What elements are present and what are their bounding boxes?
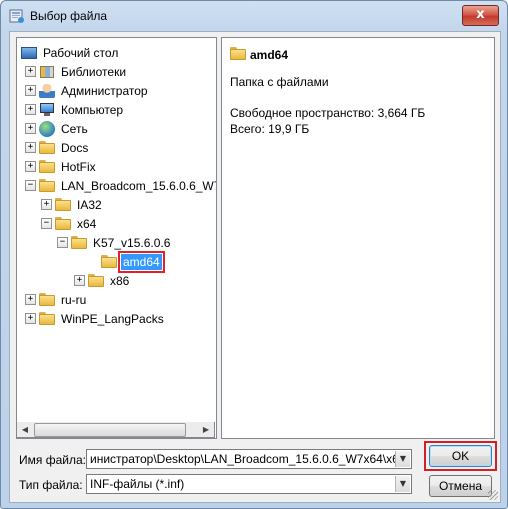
folder-icon — [55, 217, 71, 230]
folder-icon — [101, 255, 117, 268]
folder-tree[interactable]: Рабочий стол + Библиотеки + Администратор + Ко… — [16, 37, 217, 439]
tree-item[interactable]: + Docs — [25, 138, 90, 157]
tree-item-label[interactable]: LAN_Broadcom_15.6.0.6_W7x6 — [59, 178, 216, 194]
resize-grip-icon[interactable] — [488, 490, 498, 500]
expand-icon[interactable]: + — [25, 66, 36, 77]
details-pane: amd64 Папка с файлами Свободное простран… — [221, 37, 495, 439]
tree-horizontal-scrollbar[interactable]: ◀ ▶ — [16, 422, 215, 438]
scroll-left-arrow-icon[interactable]: ◀ — [17, 422, 33, 437]
filetype-dropdown-arrow-icon[interactable]: ▼ — [395, 476, 410, 492]
desktop-icon — [21, 46, 37, 59]
filetype-label: Тип файла: — [19, 478, 83, 492]
cancel-button[interactable]: Отмена — [429, 475, 492, 497]
folder-icon — [39, 141, 55, 154]
tree-item[interactable]: − x64 — [41, 214, 98, 233]
filename-input[interactable]: инистратор\Desktop\LAN_Broadcom_15.6.0.6… — [86, 449, 412, 469]
filetype-select[interactable]: INF-файлы (*.inf) ▼ — [86, 474, 412, 494]
close-button[interactable]: x — [462, 5, 499, 26]
expand-icon[interactable]: + — [41, 199, 52, 210]
expand-icon[interactable]: + — [74, 275, 85, 286]
collapse-icon[interactable]: − — [41, 218, 52, 229]
details-folder-icon — [230, 47, 246, 60]
details-total-space: Всего: 19,9 ГБ — [230, 122, 310, 136]
tree-item-label[interactable]: IA32 — [75, 197, 104, 213]
libraries-icon — [39, 65, 55, 79]
tree-item[interactable]: + x86 — [74, 271, 131, 290]
tree-item-label[interactable]: HotFix — [59, 159, 98, 175]
dialog-body: Рабочий стол + Библиотеки + Администратор + Ко… — [9, 31, 501, 503]
expand-icon[interactable]: + — [25, 294, 36, 305]
expand-icon[interactable]: + — [25, 104, 36, 115]
tree-item-label-selected[interactable]: amd64 — [118, 250, 165, 273]
folder-icon — [55, 198, 71, 211]
filename-value: инистратор\Desktop\LAN_Broadcom_15.6.0.6… — [90, 452, 409, 466]
collapse-icon[interactable]: − — [25, 180, 36, 191]
expand-icon[interactable]: + — [25, 161, 36, 172]
scroll-thumb[interactable] — [34, 423, 186, 437]
title-bar[interactable]: Выбор файла x — [1, 1, 507, 31]
details-folder-type: Папка с файлами — [230, 75, 329, 89]
tree-item[interactable]: Рабочий стол — [21, 43, 120, 62]
tree-item[interactable]: amd64 — [87, 250, 165, 273]
tree-item[interactable]: + Сеть — [25, 119, 90, 138]
tree-item-label[interactable]: WinPE_LangPacks — [59, 311, 166, 327]
tree-item[interactable]: + Администратор — [25, 81, 150, 100]
folder-icon — [39, 312, 55, 325]
tree-item-label[interactable]: Библиотеки — [59, 64, 128, 80]
expand-icon[interactable]: + — [25, 313, 36, 324]
tree-item[interactable]: − LAN_Broadcom_15.6.0.6_W7x6 — [25, 176, 216, 195]
dialog-title: Выбор файла — [30, 9, 108, 23]
tree-item-label[interactable]: ru-ru — [59, 292, 88, 308]
folder-icon — [88, 274, 104, 287]
tree-item-label[interactable]: x86 — [108, 273, 131, 289]
scroll-right-arrow-icon[interactable]: ▶ — [198, 422, 214, 437]
folder-icon — [39, 179, 55, 192]
tree-item-label[interactable]: K57_v15.6.0.6 — [91, 235, 172, 251]
expand-icon[interactable]: + — [25, 142, 36, 153]
tree-item[interactable]: + Библиотеки — [25, 62, 128, 81]
expand-icon[interactable]: + — [25, 123, 36, 134]
filetype-value: INF-файлы (*.inf) — [90, 477, 185, 491]
filename-dropdown-arrow-icon[interactable]: ▼ — [395, 451, 410, 467]
ok-button[interactable]: OK — [429, 445, 492, 467]
filename-label: Имя файла: — [19, 453, 86, 467]
tree-item-label[interactable]: Рабочий стол — [41, 45, 120, 61]
tree-item-label[interactable]: Docs — [59, 140, 90, 156]
tree-item-label[interactable]: Администратор — [59, 83, 150, 99]
file-dialog-window: Выбор файла x Рабочий стол + Библиотеки + Ад… — [0, 0, 508, 509]
details-folder-name: amd64 — [250, 48, 289, 62]
network-icon — [39, 120, 55, 137]
tree-item[interactable]: + Компьютер — [25, 100, 125, 119]
tree-item[interactable]: + WinPE_LangPacks — [25, 309, 166, 328]
expand-icon[interactable]: + — [25, 85, 36, 96]
folder-icon — [39, 160, 55, 173]
tree-item[interactable]: + ru-ru — [25, 290, 88, 309]
dialog-app-icon — [9, 9, 24, 23]
tree-item-label[interactable]: x64 — [75, 216, 98, 232]
tree-item-label[interactable]: Сеть — [59, 121, 90, 137]
tree-item[interactable]: + IA32 — [41, 195, 104, 214]
folder-icon — [39, 293, 55, 306]
tree-item[interactable]: − K57_v15.6.0.6 — [57, 233, 172, 252]
tree-item[interactable]: + HotFix — [25, 157, 98, 176]
computer-icon — [39, 102, 55, 117]
collapse-icon[interactable]: − — [57, 237, 68, 248]
details-free-space: Свободное пространство: 3,664 ГБ — [230, 106, 426, 120]
folder-icon — [71, 236, 87, 249]
tree-item-label[interactable]: Компьютер — [59, 102, 125, 118]
user-folder-icon — [39, 83, 55, 98]
